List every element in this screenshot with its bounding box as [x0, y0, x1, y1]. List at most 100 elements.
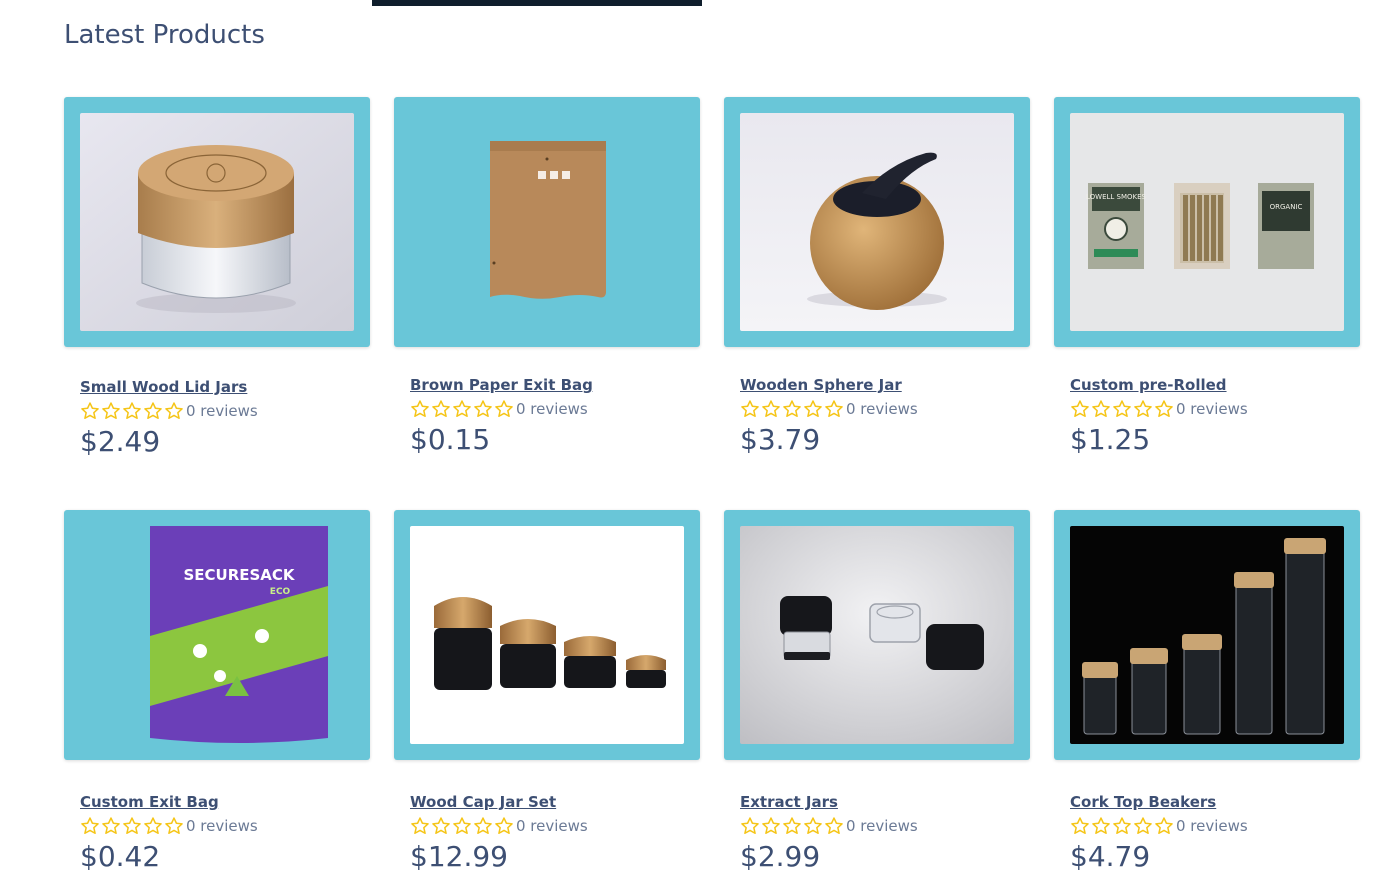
wood-lid-glass-jar-icon: [80, 113, 354, 331]
product-price: $2.99: [740, 840, 821, 873]
product-price: $12.99: [410, 840, 508, 873]
rating: 0 reviews: [410, 814, 690, 838]
star-outline-icon: [411, 817, 429, 834]
product-info: Custom pre-Rolled 0 reviews $1.25: [1070, 375, 1350, 457]
star-rating: [80, 816, 184, 836]
product-info: Brown Paper Exit Bag 0 reviews $0.15: [410, 375, 690, 457]
product-info: Cork Top Beakers 0 reviews $4.79: [1070, 792, 1350, 874]
star-outline-icon: [1092, 817, 1110, 834]
product-image-frame[interactable]: [394, 510, 700, 760]
wooden-sphere-jar-icon: [740, 113, 1014, 331]
product-image-frame[interactable]: [724, 97, 1030, 347]
product-info: Custom Exit Bag 0 reviews $0.42: [80, 792, 360, 874]
product-price: $0.15: [410, 423, 491, 456]
star-outline-icon: [81, 817, 99, 834]
star-outline-icon: [1113, 817, 1131, 834]
star-rating: [410, 399, 514, 419]
star-outline-icon: [81, 402, 99, 419]
product-info: Wooden Sphere Jar 0 reviews $3.79: [740, 375, 1020, 457]
star-rating: [1070, 816, 1174, 836]
product-image[interactable]: SECURESACK ECO: [80, 526, 354, 744]
product-name-link[interactable]: Custom pre-Rolled: [1070, 375, 1350, 395]
star-rating: [80, 401, 184, 421]
product-image[interactable]: [740, 526, 1014, 744]
star-outline-icon: [144, 402, 162, 419]
product-image[interactable]: [740, 113, 1014, 331]
product-image[interactable]: LOWELL SMOKES ORGANIC: [1070, 113, 1344, 331]
star-outline-icon: [804, 400, 822, 417]
star-outline-icon: [741, 817, 759, 834]
review-count[interactable]: 0 reviews: [186, 817, 258, 835]
star-outline-icon: [411, 400, 429, 417]
star-outline-icon: [825, 400, 843, 417]
product-price: $4.79: [1070, 840, 1151, 873]
product-image[interactable]: [410, 526, 684, 744]
cork-top-beakers-icon: [1070, 526, 1344, 744]
rating: 0 reviews: [410, 397, 690, 421]
purple-exit-bag-icon: SECURESACK ECO: [80, 526, 354, 744]
product-name-link[interactable]: Cork Top Beakers: [1070, 792, 1350, 812]
product-image-frame[interactable]: [1054, 510, 1360, 760]
product-name-link[interactable]: Wood Cap Jar Set: [410, 792, 690, 812]
product-image[interactable]: [410, 113, 684, 331]
star-outline-icon: [1155, 817, 1173, 834]
star-outline-icon: [432, 817, 450, 834]
star-outline-icon: [804, 817, 822, 834]
star-outline-icon: [495, 817, 513, 834]
star-outline-icon: [762, 400, 780, 417]
product-image-frame[interactable]: [64, 97, 370, 347]
product-name-link[interactable]: Extract Jars: [740, 792, 1020, 812]
star-outline-icon: [1155, 400, 1173, 417]
star-outline-icon: [825, 817, 843, 834]
product-info: Extract Jars 0 reviews $2.99: [740, 792, 1020, 874]
product-image-frame[interactable]: SECURESACK ECO: [64, 510, 370, 760]
bag-sub-label: ECO: [270, 587, 291, 597]
product-image[interactable]: [80, 113, 354, 331]
star-outline-icon: [123, 817, 141, 834]
star-rating: [1070, 399, 1174, 419]
star-rating: [410, 816, 514, 836]
star-outline-icon: [495, 400, 513, 417]
rating: 0 reviews: [80, 399, 360, 423]
pre-roll-boxes-icon: LOWELL SMOKES ORGANIC: [1070, 113, 1344, 331]
star-outline-icon: [474, 400, 492, 417]
product-price: $1.25: [1070, 423, 1151, 456]
box-brand-label: LOWELL SMOKES: [1086, 193, 1147, 201]
star-outline-icon: [1113, 400, 1131, 417]
star-outline-icon: [741, 400, 759, 417]
rating: 0 reviews: [740, 814, 1020, 838]
product-price: $2.49: [80, 425, 161, 458]
review-count[interactable]: 0 reviews: [846, 400, 918, 418]
rating: 0 reviews: [1070, 814, 1350, 838]
star-outline-icon: [453, 400, 471, 417]
product-name-link[interactable]: Brown Paper Exit Bag: [410, 375, 690, 395]
rating: 0 reviews: [80, 814, 360, 838]
star-outline-icon: [102, 402, 120, 419]
review-count[interactable]: 0 reviews: [1176, 817, 1248, 835]
product-price: $3.79: [740, 423, 821, 456]
review-count[interactable]: 0 reviews: [516, 817, 588, 835]
review-count[interactable]: 0 reviews: [186, 402, 258, 420]
star-outline-icon: [1071, 817, 1089, 834]
star-outline-icon: [474, 817, 492, 834]
product-name-link[interactable]: Wooden Sphere Jar: [740, 375, 1020, 395]
product-image-frame[interactable]: [394, 97, 700, 347]
review-count[interactable]: 0 reviews: [846, 817, 918, 835]
review-count[interactable]: 0 reviews: [1176, 400, 1248, 418]
review-count[interactable]: 0 reviews: [516, 400, 588, 418]
star-outline-icon: [1134, 400, 1152, 417]
box-side-label: ORGANIC: [1270, 203, 1303, 211]
product-image-frame[interactable]: LOWELL SMOKES ORGANIC: [1054, 97, 1360, 347]
product-image-frame[interactable]: [724, 510, 1030, 760]
product-info: Wood Cap Jar Set 0 reviews $12.99: [410, 792, 690, 874]
star-outline-icon: [1134, 817, 1152, 834]
star-outline-icon: [783, 400, 801, 417]
star-outline-icon: [1071, 400, 1089, 417]
star-outline-icon: [1092, 400, 1110, 417]
star-outline-icon: [783, 817, 801, 834]
product-image[interactable]: [1070, 526, 1344, 744]
kraft-paper-pouch-icon: [410, 113, 684, 331]
product-name-link[interactable]: Custom Exit Bag: [80, 792, 360, 812]
product-info: Small Wood Lid Jars 0 reviews $2.49: [80, 377, 360, 459]
product-name-link[interactable]: Small Wood Lid Jars: [80, 377, 360, 397]
